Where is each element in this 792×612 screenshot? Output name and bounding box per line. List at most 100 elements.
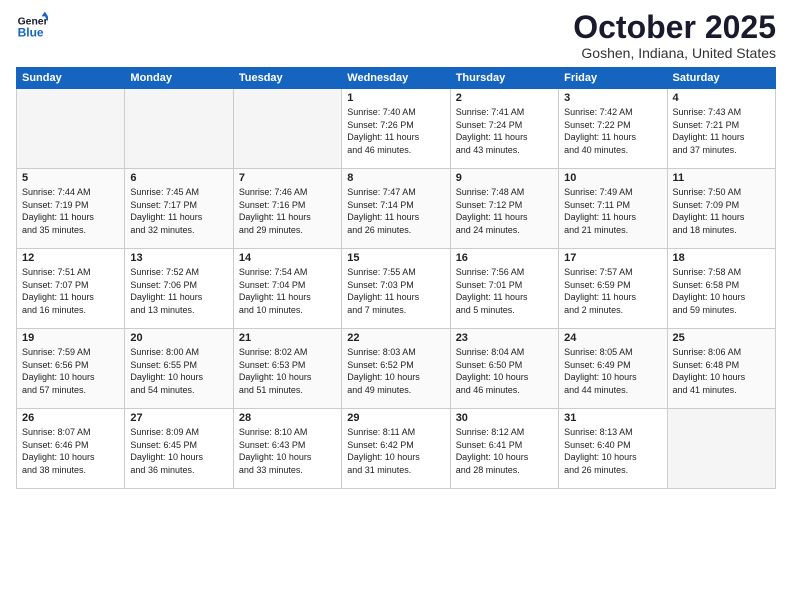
- week-row-1: 1 Sunrise: 7:40 AM Sunset: 7:26 PM Daylig…: [17, 89, 776, 169]
- day-info: Sunrise: 8:07 AM Sunset: 6:46 PM Dayligh…: [22, 426, 119, 476]
- calendar-cell: [667, 409, 775, 489]
- svg-text:Blue: Blue: [18, 25, 44, 39]
- week-row-3: 12 Sunrise: 7:51 AM Sunset: 7:07 PM Dayli…: [17, 249, 776, 329]
- day-info: Sunrise: 7:59 AM Sunset: 6:56 PM Dayligh…: [22, 346, 119, 396]
- day-number: 9: [456, 172, 553, 184]
- day-number: 29: [347, 412, 444, 424]
- weekday-header-monday: Monday: [125, 68, 233, 89]
- day-number: 19: [22, 332, 119, 344]
- day-info: Sunrise: 8:13 AM Sunset: 6:40 PM Dayligh…: [564, 426, 661, 476]
- page-container: General Blue October 2025 Goshen, Indian…: [0, 0, 792, 495]
- location: Goshen, Indiana, United States: [573, 45, 776, 61]
- day-info: Sunrise: 7:48 AM Sunset: 7:12 PM Dayligh…: [456, 186, 553, 236]
- calendar-cell: 25 Sunrise: 8:06 AM Sunset: 6:48 PM Dayli…: [667, 329, 775, 409]
- weekday-header-thursday: Thursday: [450, 68, 558, 89]
- day-number: 13: [130, 252, 227, 264]
- day-number: 17: [564, 252, 661, 264]
- day-info: Sunrise: 7:41 AM Sunset: 7:24 PM Dayligh…: [456, 106, 553, 156]
- calendar-cell: 16 Sunrise: 7:56 AM Sunset: 7:01 PM Dayli…: [450, 249, 558, 329]
- title-block: October 2025 Goshen, Indiana, United Sta…: [573, 10, 776, 61]
- calendar-cell: 6 Sunrise: 7:45 AM Sunset: 7:17 PM Daylig…: [125, 169, 233, 249]
- weekday-header-sunday: Sunday: [17, 68, 125, 89]
- day-info: Sunrise: 8:04 AM Sunset: 6:50 PM Dayligh…: [456, 346, 553, 396]
- day-number: 2: [456, 92, 553, 104]
- calendar-cell: 27Sunrise: 8:09 AM Sunset: 6:45 PM Dayli…: [125, 409, 233, 489]
- weekday-header-friday: Friday: [559, 68, 667, 89]
- day-number: 11: [673, 172, 770, 184]
- day-info: Sunrise: 7:49 AM Sunset: 7:11 PM Dayligh…: [564, 186, 661, 236]
- day-info: Sunrise: 7:58 AM Sunset: 6:58 PM Dayligh…: [673, 266, 770, 316]
- calendar-cell: 19 Sunrise: 7:59 AM Sunset: 6:56 PM Dayli…: [17, 329, 125, 409]
- calendar-cell: 10 Sunrise: 7:49 AM Sunset: 7:11 PM Dayli…: [559, 169, 667, 249]
- calendar-cell: 12 Sunrise: 7:51 AM Sunset: 7:07 PM Dayli…: [17, 249, 125, 329]
- day-number: 24: [564, 332, 661, 344]
- day-info: Sunrise: 7:51 AM Sunset: 7:07 PM Dayligh…: [22, 266, 119, 316]
- weekday-header-wednesday: Wednesday: [342, 68, 450, 89]
- logo-icon: General Blue: [16, 10, 48, 42]
- weekday-header-row: SundayMondayTuesdayWednesdayThursdayFrid…: [17, 68, 776, 89]
- day-number: 21: [239, 332, 336, 344]
- week-row-2: 5Sunrise: 7:44 AM Sunset: 7:19 PM Daylig…: [17, 169, 776, 249]
- day-info: Sunrise: 7:57 AM Sunset: 6:59 PM Dayligh…: [564, 266, 661, 316]
- calendar-cell: 28Sunrise: 8:10 AM Sunset: 6:43 PM Dayli…: [233, 409, 341, 489]
- day-number: 22: [347, 332, 444, 344]
- day-number: 8: [347, 172, 444, 184]
- day-info: Sunrise: 7:47 AM Sunset: 7:14 PM Dayligh…: [347, 186, 444, 236]
- calendar-cell: 20 Sunrise: 8:00 AM Sunset: 6:55 PM Dayli…: [125, 329, 233, 409]
- day-number: 16: [456, 252, 553, 264]
- calendar-cell: 2 Sunrise: 7:41 AM Sunset: 7:24 PM Daylig…: [450, 89, 558, 169]
- day-number: 26: [22, 412, 119, 424]
- day-info: Sunrise: 8:12 AM Sunset: 6:41 PM Dayligh…: [456, 426, 553, 476]
- day-number: 20: [130, 332, 227, 344]
- calendar-cell: 24Sunrise: 8:05 AM Sunset: 6:49 PM Dayli…: [559, 329, 667, 409]
- day-info: Sunrise: 8:03 AM Sunset: 6:52 PM Dayligh…: [347, 346, 444, 396]
- weekday-header-tuesday: Tuesday: [233, 68, 341, 89]
- day-info: Sunrise: 7:52 AM Sunset: 7:06 PM Dayligh…: [130, 266, 227, 316]
- calendar-cell: 29Sunrise: 8:11 AM Sunset: 6:42 PM Dayli…: [342, 409, 450, 489]
- day-number: 18: [673, 252, 770, 264]
- week-row-4: 19 Sunrise: 7:59 AM Sunset: 6:56 PM Dayli…: [17, 329, 776, 409]
- calendar-cell: [17, 89, 125, 169]
- day-info: Sunrise: 8:02 AM Sunset: 6:53 PM Dayligh…: [239, 346, 336, 396]
- day-number: 14: [239, 252, 336, 264]
- day-info: Sunrise: 7:43 AM Sunset: 7:21 PM Dayligh…: [673, 106, 770, 156]
- day-number: 6: [130, 172, 227, 184]
- day-number: 10: [564, 172, 661, 184]
- day-number: 3: [564, 92, 661, 104]
- calendar-cell: 4 Sunrise: 7:43 AM Sunset: 7:21 PM Daylig…: [667, 89, 775, 169]
- calendar-cell: 22 Sunrise: 8:03 AM Sunset: 6:52 PM Dayli…: [342, 329, 450, 409]
- calendar-cell: 3 Sunrise: 7:42 AM Sunset: 7:22 PM Daylig…: [559, 89, 667, 169]
- calendar-cell: 23Sunrise: 8:04 AM Sunset: 6:50 PM Dayli…: [450, 329, 558, 409]
- day-info: Sunrise: 7:42 AM Sunset: 7:22 PM Dayligh…: [564, 106, 661, 156]
- day-number: 25: [673, 332, 770, 344]
- calendar-cell: 1 Sunrise: 7:40 AM Sunset: 7:26 PM Daylig…: [342, 89, 450, 169]
- logo: General Blue: [16, 10, 48, 42]
- day-number: 30: [456, 412, 553, 424]
- day-info: Sunrise: 7:55 AM Sunset: 7:03 PM Dayligh…: [347, 266, 444, 316]
- day-info: Sunrise: 7:46 AM Sunset: 7:16 PM Dayligh…: [239, 186, 336, 236]
- calendar-cell: 21 Sunrise: 8:02 AM Sunset: 6:53 PM Dayli…: [233, 329, 341, 409]
- day-number: 1: [347, 92, 444, 104]
- day-info: Sunrise: 7:50 AM Sunset: 7:09 PM Dayligh…: [673, 186, 770, 236]
- calendar-cell: 9 Sunrise: 7:48 AM Sunset: 7:12 PM Daylig…: [450, 169, 558, 249]
- day-info: Sunrise: 8:09 AM Sunset: 6:45 PM Dayligh…: [130, 426, 227, 476]
- calendar-cell: 17 Sunrise: 7:57 AM Sunset: 6:59 PM Dayli…: [559, 249, 667, 329]
- day-info: Sunrise: 8:06 AM Sunset: 6:48 PM Dayligh…: [673, 346, 770, 396]
- calendar-cell: 18 Sunrise: 7:58 AM Sunset: 6:58 PM Dayli…: [667, 249, 775, 329]
- day-number: 4: [673, 92, 770, 104]
- calendar-cell: 30 Sunrise: 8:12 AM Sunset: 6:41 PM Dayli…: [450, 409, 558, 489]
- calendar-cell: 26 Sunrise: 8:07 AM Sunset: 6:46 PM Dayli…: [17, 409, 125, 489]
- day-info: Sunrise: 8:00 AM Sunset: 6:55 PM Dayligh…: [130, 346, 227, 396]
- calendar-cell: 31Sunrise: 8:13 AM Sunset: 6:40 PM Dayli…: [559, 409, 667, 489]
- month-title: October 2025: [573, 10, 776, 45]
- day-number: 12: [22, 252, 119, 264]
- day-info: Sunrise: 7:45 AM Sunset: 7:17 PM Dayligh…: [130, 186, 227, 236]
- day-number: 28: [239, 412, 336, 424]
- weekday-header-saturday: Saturday: [667, 68, 775, 89]
- header: General Blue October 2025 Goshen, Indian…: [16, 10, 776, 61]
- calendar-cell: 5Sunrise: 7:44 AM Sunset: 7:19 PM Daylig…: [17, 169, 125, 249]
- day-number: 5: [22, 172, 119, 184]
- day-info: Sunrise: 7:40 AM Sunset: 7:26 PM Dayligh…: [347, 106, 444, 156]
- calendar-cell: 15Sunrise: 7:55 AM Sunset: 7:03 PM Dayli…: [342, 249, 450, 329]
- day-info: Sunrise: 7:56 AM Sunset: 7:01 PM Dayligh…: [456, 266, 553, 316]
